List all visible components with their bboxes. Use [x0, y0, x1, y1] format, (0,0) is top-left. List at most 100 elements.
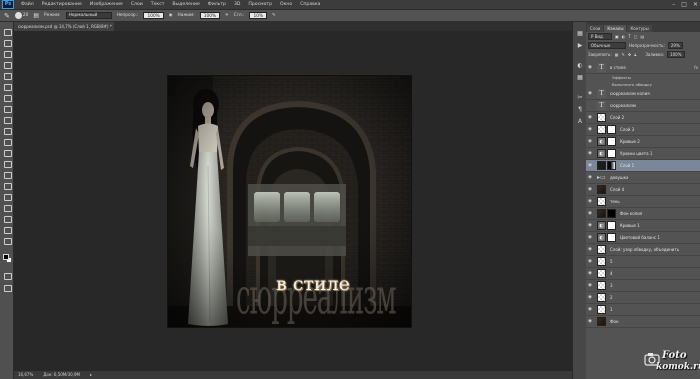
tab-layers[interactable]: Слои	[587, 25, 604, 32]
layer-kind-filter[interactable]: Р Вид	[588, 33, 612, 40]
menu-item[interactable]: Файл	[17, 2, 38, 7]
layer-effect-row[interactable]: Выполнить обводку	[586, 81, 700, 88]
menu-item[interactable]: Фильтр	[204, 2, 230, 7]
visibility-eye-icon[interactable]: ◉	[586, 175, 594, 180]
lock-position-icon[interactable]: ✥	[628, 52, 631, 57]
history-brush-tool-icon[interactable]	[3, 127, 12, 135]
fill-input[interactable]: 100%	[667, 51, 685, 58]
layer-row[interactable]: ◉ Слой 1	[586, 160, 700, 172]
layer-mask-thumbnail[interactable]	[607, 125, 616, 134]
dodge-tool-icon[interactable]	[3, 171, 12, 179]
menu-item[interactable]: Редактирование	[38, 2, 86, 7]
menu-item[interactable]: Изображение	[86, 2, 127, 7]
layer-row[interactable]: ◉ 2	[586, 292, 700, 304]
visibility-eye-icon[interactable]: ◉	[586, 259, 594, 264]
screen-mode-icon[interactable]	[3, 284, 12, 292]
layer-mask-thumbnail[interactable]	[607, 149, 616, 158]
layer-row[interactable]: ◉ Tв стиле fx	[586, 62, 700, 74]
blend-mode-select[interactable]: Обычные	[588, 42, 626, 49]
lock-all-icon[interactable]: 🔒︎	[634, 52, 636, 57]
layer-row[interactable]: ◉ Tсюрреализм копия	[586, 88, 700, 100]
visibility-eye-icon[interactable]: ◉	[586, 65, 594, 70]
layer-row[interactable]: ◉ ◐ Кривые 1	[586, 220, 700, 232]
visibility-eye-icon[interactable]: ◉	[586, 211, 594, 216]
color-panel-icon[interactable]: ◐	[576, 62, 584, 69]
pressure-opacity-icon[interactable]: ◉	[169, 13, 173, 18]
gradient-tool-icon[interactable]	[3, 149, 12, 157]
visibility-eye-icon[interactable]: ◉	[586, 283, 594, 288]
filter-adjustment-icon[interactable]: ◐	[622, 34, 626, 39]
visibility-eye-icon[interactable]: ◉	[586, 163, 594, 168]
quick-mask-icon[interactable]	[3, 272, 12, 280]
layer-row[interactable]: ◉ Фон	[586, 316, 700, 328]
smooth-input[interactable]: 10%	[249, 12, 268, 19]
brush-tool-icon[interactable]	[3, 105, 12, 113]
lock-transparency-icon[interactable]: ▦	[615, 52, 619, 57]
canvas-area[interactable]: сюрреализм в стиле	[14, 31, 582, 371]
move-tool-icon[interactable]	[3, 28, 12, 36]
layer-row[interactable]: ◉ 4	[586, 268, 700, 280]
mode-select[interactable]: Нормальный	[65, 12, 112, 19]
layer-row[interactable]: ◉ 1	[586, 304, 700, 316]
layer-row[interactable]: ◉ Слой 4	[586, 184, 700, 196]
layer-row[interactable]: ◉ Слой 2	[586, 112, 700, 124]
eyedropper-tool-icon[interactable]	[3, 83, 12, 91]
zoom-tool-icon[interactable]	[3, 237, 12, 245]
quick-select-tool-icon[interactable]	[3, 61, 12, 69]
tab-paths[interactable]: Контуры	[627, 25, 652, 32]
layer-mask-thumbnail[interactable]	[607, 161, 616, 170]
visibility-eye-icon[interactable]: ◉	[586, 319, 594, 324]
visibility-eye-icon[interactable]: ◉	[586, 235, 594, 240]
visibility-eye-icon[interactable]: ◉	[586, 199, 594, 204]
airbrush-icon[interactable]: ✈	[225, 13, 229, 18]
flow-input[interactable]: 100%	[199, 12, 221, 19]
menu-item[interactable]: Выделение	[168, 2, 203, 7]
visibility-eye-icon[interactable]: ◉	[586, 271, 594, 276]
path-select-tool-icon[interactable]	[3, 204, 12, 212]
layer-row[interactable]: ◉ Фон копия	[586, 208, 700, 220]
visibility-eye-icon[interactable]: ◉	[586, 223, 594, 228]
layer-fx-icon[interactable]: fx	[694, 65, 698, 70]
document-canvas[interactable]: сюрреализм в стиле	[168, 76, 411, 327]
crop-tool-icon[interactable]	[3, 72, 12, 80]
foreground-color-swatch[interactable]	[3, 254, 9, 260]
layer-row[interactable]: ◉ тень	[586, 196, 700, 208]
type-tool-icon[interactable]	[3, 193, 12, 201]
visibility-eye-icon[interactable]: ◉	[586, 187, 594, 192]
healing-brush-tool-icon[interactable]	[3, 94, 12, 102]
layer-row[interactable]: ◉ Слой: узор обводку, объединить	[586, 244, 700, 256]
menu-item[interactable]: Просмотр	[244, 2, 276, 7]
filter-smart-icon[interactable]: ▤	[641, 34, 645, 39]
maximize-button[interactable]: □	[681, 1, 687, 8]
opacity-input[interactable]: 100%	[143, 12, 164, 19]
lock-pixels-icon[interactable]: ✎	[621, 52, 624, 57]
hand-tool-icon[interactable]	[3, 226, 12, 234]
visibility-eye-icon[interactable]: ◉	[586, 307, 594, 312]
tool-presets-icon[interactable]: ✂	[576, 94, 584, 101]
visibility-eye-icon[interactable]: ◉	[586, 115, 594, 120]
shape-tool-icon[interactable]	[3, 215, 12, 223]
document-tab[interactable]: сюрреализм.psd @ 14,7% (Слой 1, RGB/8#) …	[14, 22, 114, 31]
eraser-tool-icon[interactable]	[3, 138, 12, 146]
visibility-eye-icon[interactable]: ◉	[586, 139, 594, 144]
menu-item[interactable]: Текст	[147, 2, 169, 7]
brush-tool-icon[interactable]: ✎	[4, 12, 10, 20]
menu-item[interactable]: Справка	[296, 2, 324, 7]
brush-panel-icon[interactable]: ▤	[33, 12, 39, 19]
lasso-tool-icon[interactable]	[3, 50, 12, 58]
layer-mask-thumbnail[interactable]	[607, 221, 616, 230]
pen-tool-icon[interactable]	[3, 182, 12, 190]
visibility-eye-icon[interactable]: ◉	[586, 295, 594, 300]
history-panel-icon[interactable]: ▦	[576, 30, 584, 37]
menu-item[interactable]: 3D	[230, 2, 244, 7]
marquee-tool-icon[interactable]	[3, 39, 12, 47]
layer-row[interactable]: ◉ 3	[586, 280, 700, 292]
layer-row[interactable]: ◉ ◐ Цветовой баланс 1	[586, 232, 700, 244]
menu-item[interactable]: Окно	[276, 2, 296, 7]
close-button[interactable]: ✕	[693, 1, 698, 8]
filter-type-icon[interactable]: T	[628, 34, 630, 39]
layer-row[interactable]: ◉ ▸▭ девушка	[586, 172, 700, 184]
filter-pixel-icon[interactable]: ▣	[615, 34, 619, 39]
paragraph-panel-icon[interactable]: ¶	[576, 106, 584, 113]
visibility-eye-icon[interactable]: ◉	[586, 127, 594, 132]
